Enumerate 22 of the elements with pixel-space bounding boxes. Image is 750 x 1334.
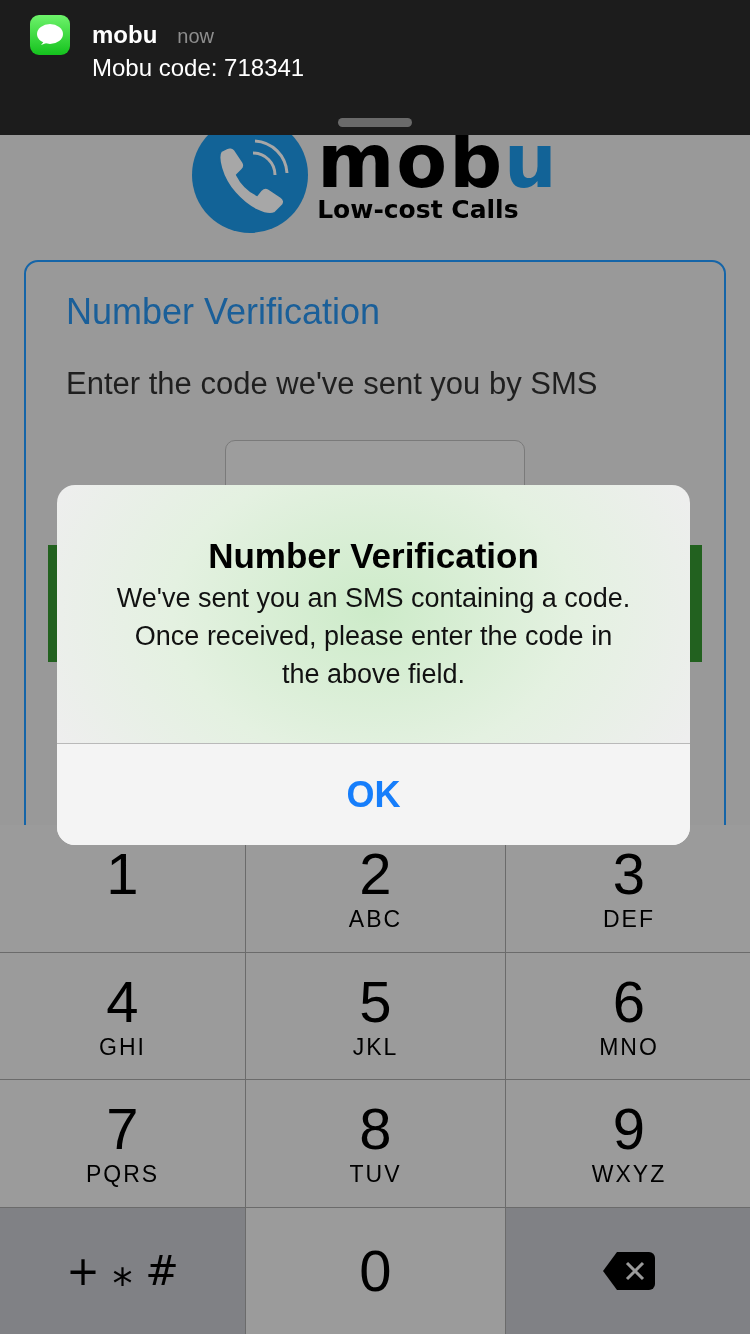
notification-banner[interactable]: mobu now Mobu code: 718341	[0, 0, 750, 135]
keypad-symbols-key[interactable]: + ⁎ #	[0, 1207, 245, 1334]
keypad-key[interactable]: 8 TUV	[246, 1080, 505, 1207]
alert-message: We've sent you an SMS containing a code. Once received, please enter the code in the above field.	[115, 582, 632, 691]
keypad-key[interactable]: 7 PQRS	[0, 1080, 245, 1207]
ok-button[interactable]: OK	[57, 743, 690, 845]
keypad-key[interactable]: 0	[246, 1207, 505, 1334]
instruction-text: Enter the code we've sent you by SMS	[66, 365, 599, 403]
keypad-key[interactable]: 6 MNO	[506, 952, 750, 1079]
keypad-key[interactable]: 4 GHI	[0, 952, 245, 1079]
logo-tagline: Low-cost Calls	[317, 196, 520, 224]
delete-key[interactable]	[506, 1207, 750, 1334]
messages-app-icon	[30, 15, 70, 55]
notification-message: Mobu code: 718341	[92, 53, 305, 83]
card-title: Number Verification	[66, 292, 382, 332]
alert-title: Number Verification	[208, 535, 539, 577]
keypad-key[interactable]: 9 WXYZ	[506, 1080, 750, 1207]
banner-handle[interactable]	[338, 118, 412, 127]
notification-time: now	[177, 24, 215, 49]
keypad-key[interactable]: 5 JKL	[246, 952, 505, 1079]
notification-app-name: mobu	[92, 20, 158, 50]
backspace-icon	[603, 1251, 655, 1290]
